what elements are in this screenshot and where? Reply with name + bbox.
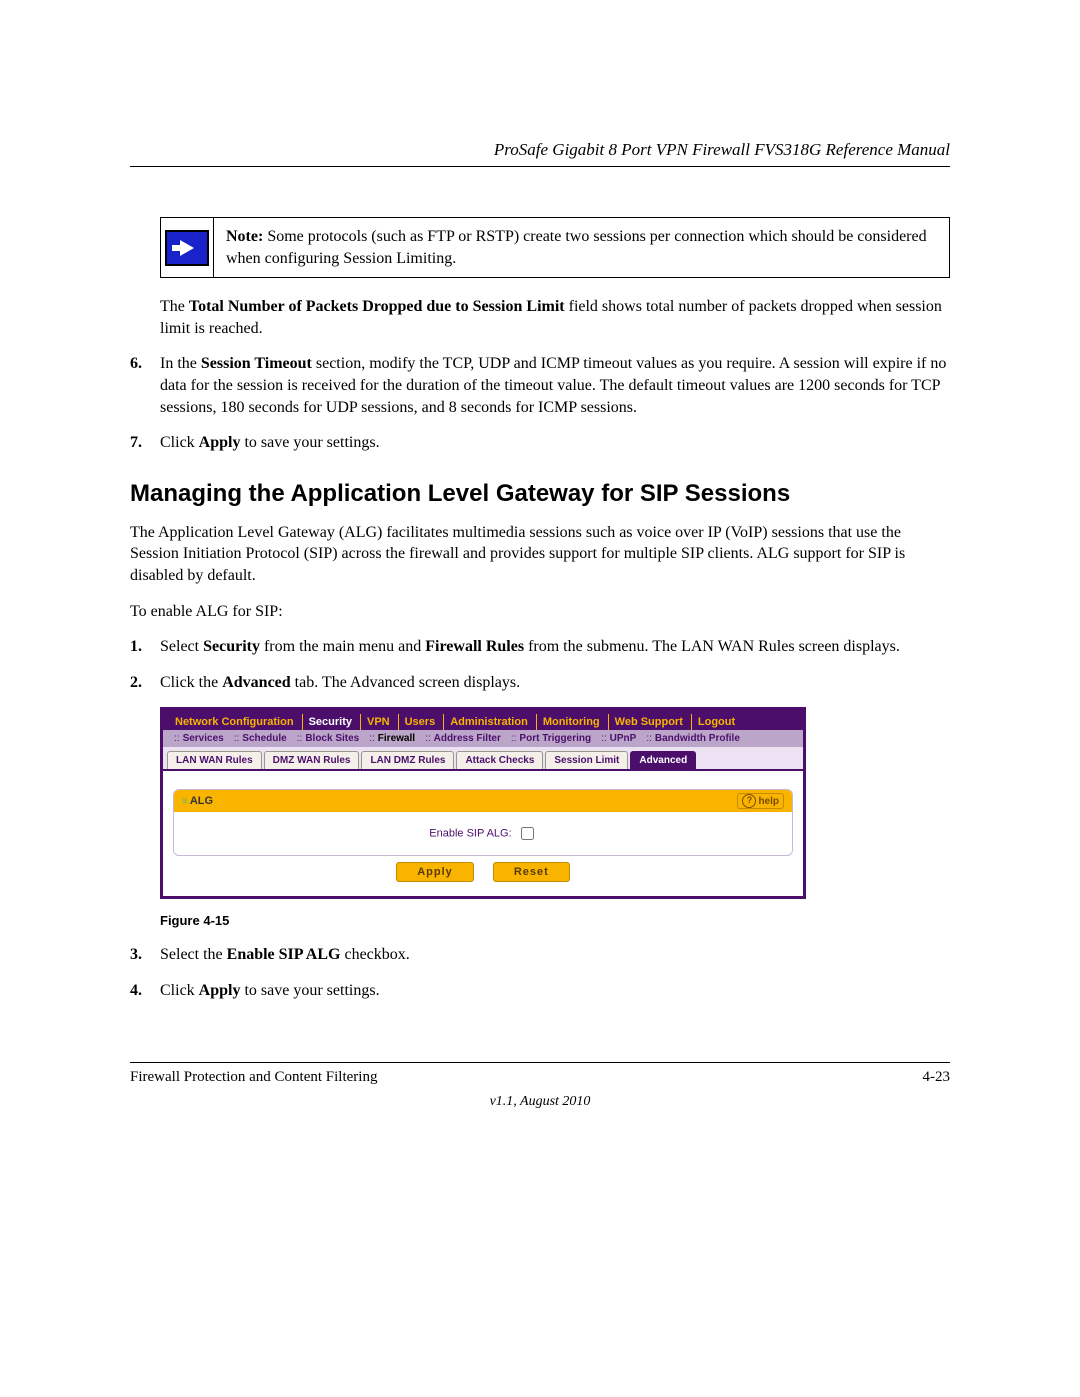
text-span: Select <box>160 638 203 655</box>
step-number: 1. <box>130 636 160 658</box>
sub-tab-bandwidth-profile[interactable]: Bandwidth Profile <box>641 733 745 744</box>
step-number: 3. <box>130 944 160 966</box>
main-tab-web-support[interactable]: Web Support <box>608 714 689 730</box>
sub-tab-port-triggering[interactable]: Port Triggering <box>506 733 596 744</box>
figure-4-15: Network ConfigurationSecurityVPNUsersAdm… <box>160 707 950 928</box>
footer-chapter: Firewall Protection and Content Filterin… <box>130 1069 377 1086</box>
sub-tab-schedule[interactable]: Schedule <box>229 733 292 744</box>
step-number: 4. <box>130 980 160 1002</box>
screenshot-advanced-alg: Network ConfigurationSecurityVPNUsersAdm… <box>160 707 806 899</box>
main-tab-logout[interactable]: Logout <box>691 714 741 730</box>
page-tab-dmz-wan-rules[interactable]: DMZ WAN Rules <box>264 751 360 769</box>
bold-span: Total Number of Packets Dropped due to S… <box>189 298 565 315</box>
text-span: to save your settings. <box>240 434 379 451</box>
step-body: Select Security from the main menu and F… <box>160 636 950 658</box>
intro-paragraph: The Application Level Gateway (ALG) faci… <box>130 522 950 587</box>
para-total-packets: The Total Number of Packets Dropped due … <box>160 296 950 339</box>
reset-button[interactable]: Reset <box>493 862 570 882</box>
step-body: Click Apply to save your settings. <box>160 432 950 454</box>
footer-page: 4-23 <box>923 1069 951 1086</box>
step-body: Click the Advanced tab. The Advanced scr… <box>160 672 950 694</box>
help-label: help <box>758 796 779 807</box>
bold-span: Apply <box>199 434 241 451</box>
note-label: Note: <box>226 228 263 245</box>
text-span: In the <box>160 355 201 372</box>
sub-tab-upnp[interactable]: UPnP <box>596 733 641 744</box>
help-link[interactable]: ? help <box>737 793 784 809</box>
step-body: In the Session Timeout section, modify t… <box>160 353 950 418</box>
grip-icon: ≡ <box>182 796 186 807</box>
text-span: from the main menu and <box>260 638 425 655</box>
main-tab-administration[interactable]: Administration <box>443 714 534 730</box>
sub-tab-address-filter[interactable]: Address Filter <box>420 733 506 744</box>
panel-header: ≡ ALG ? help <box>174 790 792 812</box>
alg-panel: ≡ ALG ? help Enable SIP ALG: <box>173 789 793 856</box>
bold-span: Session Timeout <box>201 355 312 372</box>
doc-header-title: ProSafe Gigabit 8 Port VPN Firewall FVS3… <box>130 140 950 160</box>
note-text: Note: Some protocols (such as FTP or RST… <box>214 218 949 277</box>
bold-span: Advanced <box>222 674 290 691</box>
step-6: 6. In the Session Timeout section, modif… <box>130 353 950 418</box>
footer-version: v1.1, August 2010 <box>130 1094 950 1110</box>
bold-span: Security <box>203 638 260 655</box>
page-tab-lan-wan-rules[interactable]: LAN WAN Rules <box>167 751 262 769</box>
bold-span: Apply <box>199 982 241 999</box>
text-span: to save your settings. <box>240 982 379 999</box>
sub-tab-firewall[interactable]: Firewall <box>364 733 420 744</box>
sub-nav-tabs: ServicesScheduleBlock SitesFirewallAddre… <box>163 730 803 747</box>
note-box: Note: Some protocols (such as FTP or RST… <box>160 217 950 278</box>
page-tab-session-limit[interactable]: Session Limit <box>545 751 628 769</box>
sip-step-4: 4. Click Apply to save your settings. <box>130 980 950 1002</box>
main-tab-network-configuration[interactable]: Network Configuration <box>169 714 300 730</box>
sip-step-3: 3. Select the Enable SIP ALG checkbox. <box>130 944 950 966</box>
page-tab-attack-checks[interactable]: Attack Checks <box>456 751 543 769</box>
apply-button[interactable]: Apply <box>396 862 474 882</box>
text-span: Select the <box>160 946 227 963</box>
main-tab-users[interactable]: Users <box>398 714 442 730</box>
section-heading: Managing the Application Level Gateway f… <box>130 480 950 508</box>
text-span: Click the <box>160 674 222 691</box>
sub-tab-block-sites[interactable]: Block Sites <box>292 733 364 744</box>
sub-tab-services[interactable]: Services <box>169 733 229 744</box>
text-span: The <box>160 298 189 315</box>
help-icon: ? <box>742 794 756 808</box>
main-tab-vpn[interactable]: VPN <box>360 714 396 730</box>
step-body: Click Apply to save your settings. <box>160 980 950 1002</box>
text-span: checkbox. <box>340 946 409 963</box>
bold-span: Enable SIP ALG <box>227 946 341 963</box>
main-tab-monitoring[interactable]: Monitoring <box>536 714 606 730</box>
enable-sip-alg-checkbox[interactable] <box>521 827 534 840</box>
button-row: Apply Reset <box>173 856 793 884</box>
text-span: Click <box>160 434 199 451</box>
text-span: tab. The Advanced screen displays. <box>291 674 520 691</box>
sip-step-2: 2. Click the Advanced tab. The Advanced … <box>130 672 950 694</box>
step-body: Select the Enable SIP ALG checkbox. <box>160 944 950 966</box>
bold-span: Firewall Rules <box>425 638 524 655</box>
arrow-right-icon <box>165 230 209 266</box>
enable-sip-alg-label: Enable SIP ALG: <box>429 828 511 840</box>
page-tabs: LAN WAN RulesDMZ WAN RulesLAN DMZ RulesA… <box>163 747 803 771</box>
figure-caption: Figure 4-15 <box>160 913 950 928</box>
enable-sip-alg-row: Enable SIP ALG: <box>174 812 792 855</box>
note-body: Some protocols (such as FTP or RSTP) cre… <box>226 228 927 267</box>
step-7: 7. Click Apply to save your settings. <box>130 432 950 454</box>
page-tab-advanced[interactable]: Advanced <box>630 751 696 769</box>
lead-in: To enable ALG for SIP: <box>130 601 950 623</box>
footer-line: Firewall Protection and Content Filterin… <box>130 1069 950 1086</box>
text-span: Click <box>160 982 199 999</box>
footer-rule <box>130 1062 950 1063</box>
page-tab-lan-dmz-rules[interactable]: LAN DMZ Rules <box>361 751 454 769</box>
text-span: from the submenu. The LAN WAN Rules scre… <box>524 638 900 655</box>
sip-step-1: 1. Select Security from the main menu an… <box>130 636 950 658</box>
step-number: 2. <box>130 672 160 694</box>
panel-title: ALG <box>190 795 213 807</box>
step-number: 6. <box>130 353 160 418</box>
note-icon-cell <box>161 218 214 277</box>
main-tab-security[interactable]: Security <box>302 714 358 730</box>
step-number: 7. <box>130 432 160 454</box>
panel-body: ≡ ALG ? help Enable SIP ALG: Appl <box>163 771 803 896</box>
header-rule <box>130 166 950 167</box>
main-nav-tabs: Network ConfigurationSecurityVPNUsersAdm… <box>163 710 803 730</box>
